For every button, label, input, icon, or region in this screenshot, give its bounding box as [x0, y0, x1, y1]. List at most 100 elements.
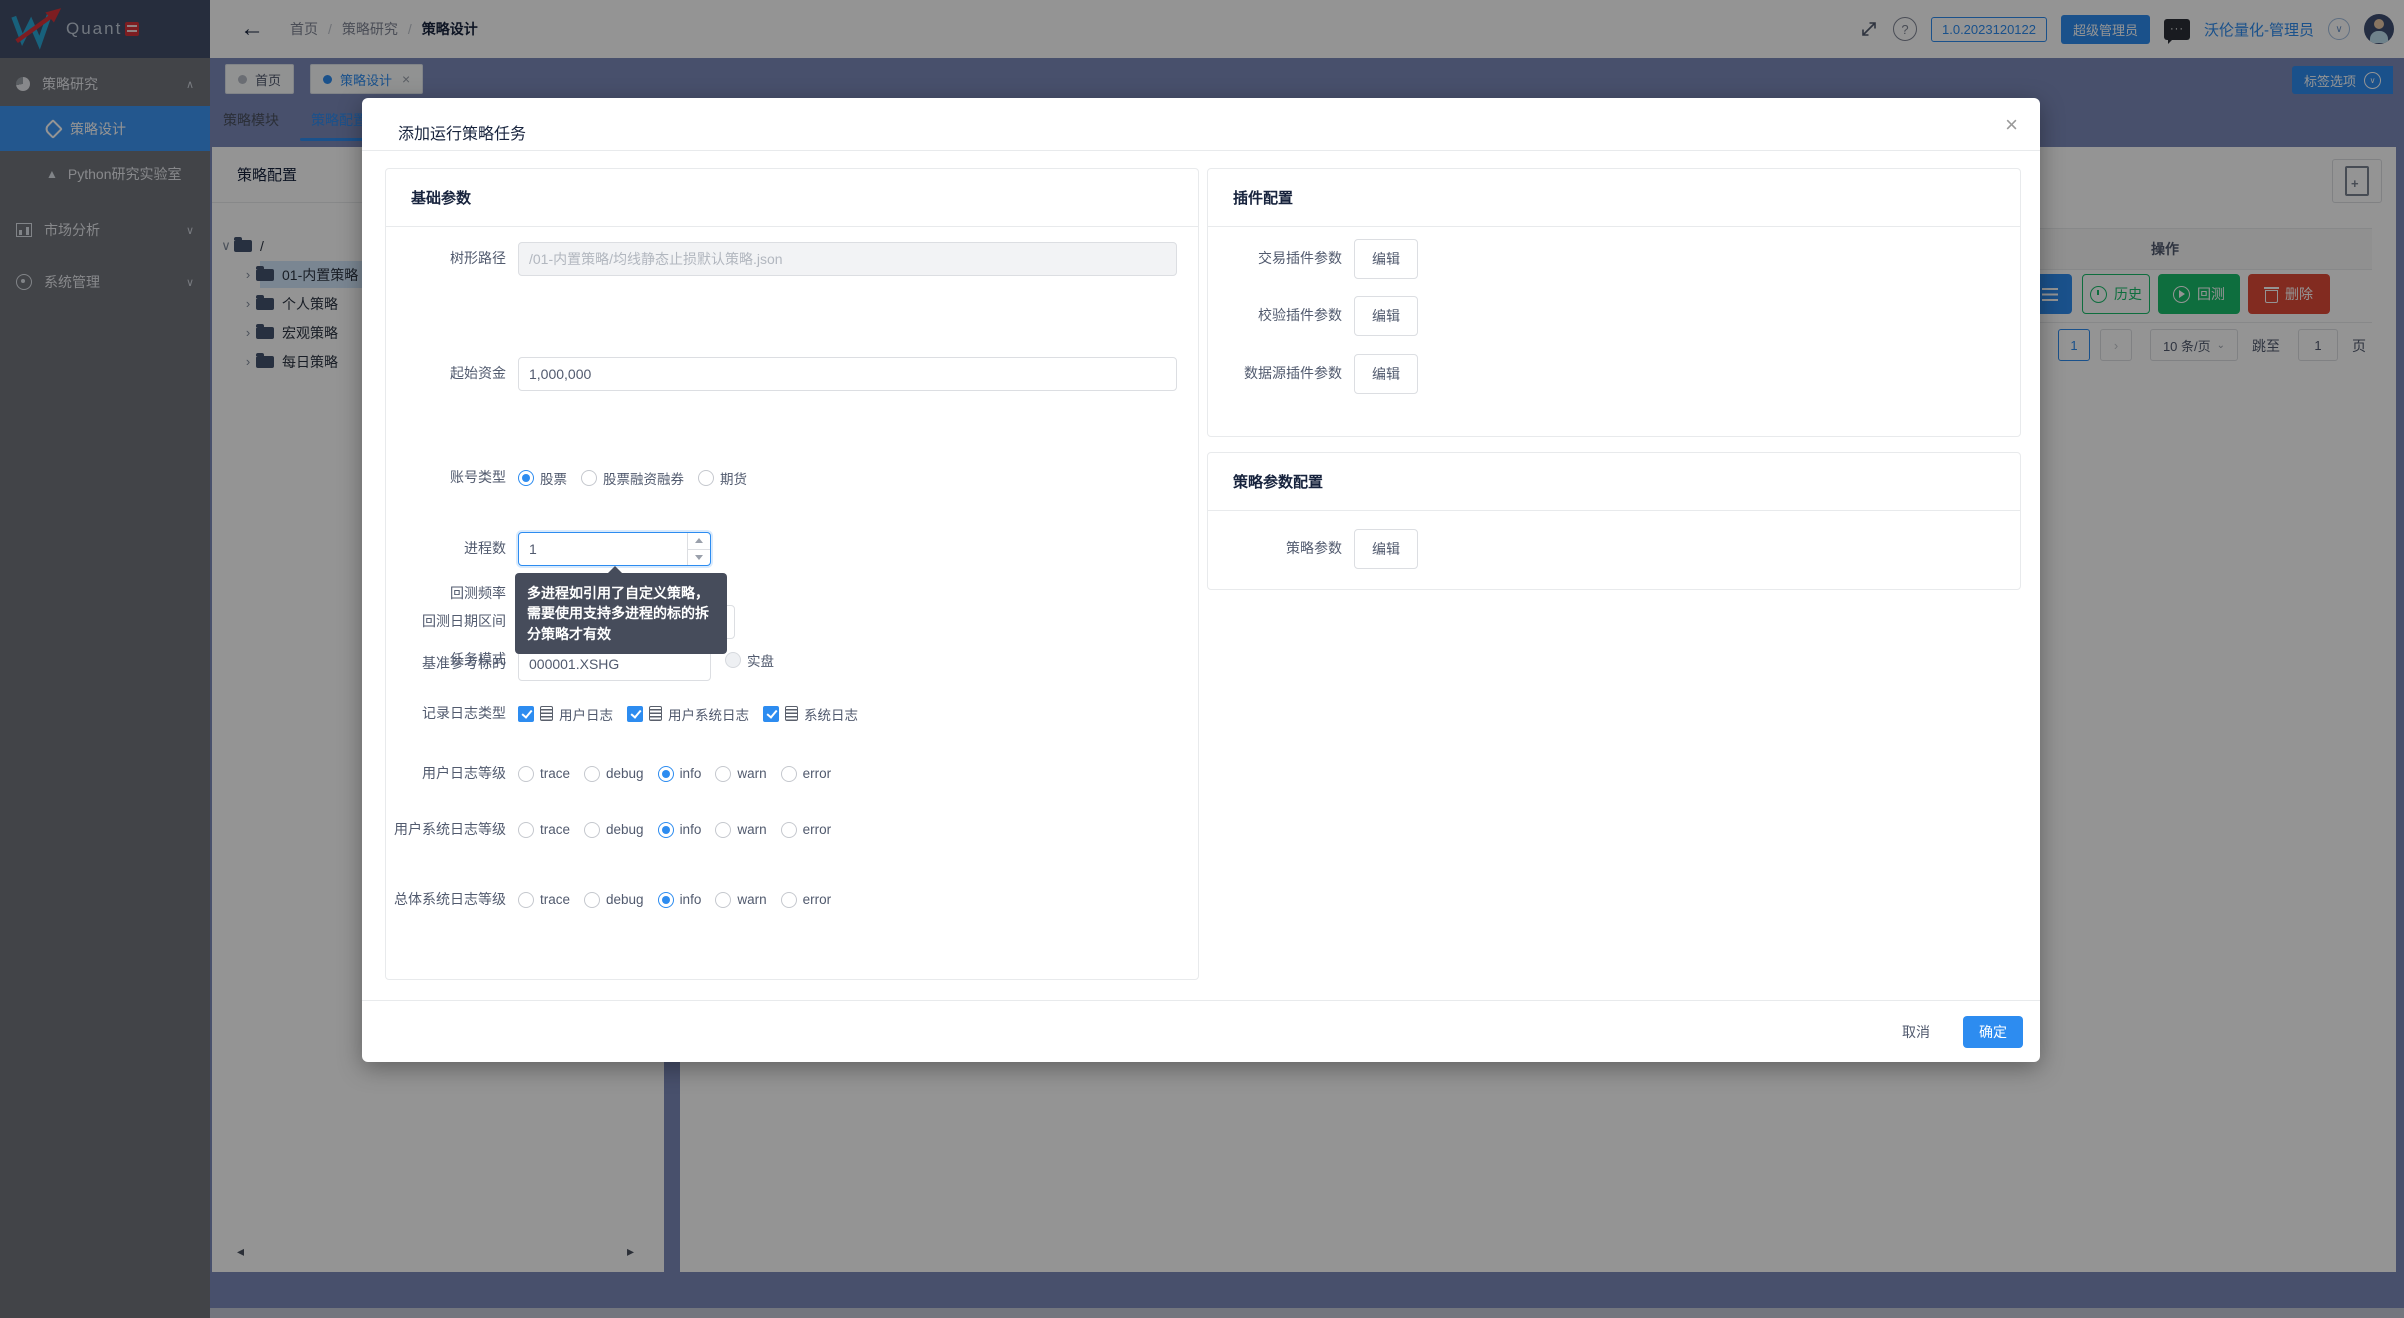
tree-path-row: 树形路径: [386, 242, 1198, 276]
basic-params-card: 基础参数 树形路径 账号类型 股票股票融资融券期货 起始资金 回测频率 每天每分…: [385, 168, 1199, 980]
radio-mark-icon: [658, 822, 674, 838]
option-label: error: [803, 822, 832, 837]
spinner-up-icon[interactable]: [688, 533, 710, 550]
radio-mark-icon: [781, 892, 797, 908]
radio-user-sys-log-level[interactable]: warn: [715, 822, 766, 838]
datasource-plugin-edit-button[interactable]: 编辑: [1354, 354, 1418, 394]
plugin-config-title: 插件配置: [1208, 169, 2020, 227]
strategy-param-row: 策略参数 编辑: [1208, 529, 2020, 569]
datasource-plugin-row: 数据源插件参数 编辑: [1208, 354, 2020, 394]
radio-user-sys-log-level[interactable]: trace: [518, 822, 570, 838]
option-label: debug: [606, 766, 644, 781]
option-label: 期货: [720, 468, 747, 488]
option-label: 用户日志: [559, 704, 613, 724]
option-label: warn: [737, 766, 766, 781]
radio-account-type[interactable]: 股票: [518, 468, 567, 488]
strategy-params-card: 策略参数配置 策略参数 编辑: [1207, 452, 2021, 590]
radio-mark-icon: [715, 822, 731, 838]
option-label: warn: [737, 822, 766, 837]
checkbox-log-type[interactable]: 用户日志: [518, 704, 613, 724]
user-sys-log-level-row: 用户系统日志等级 trace debug info warn error: [386, 819, 1198, 841]
trade-plugin-row: 交易插件参数 编辑: [1208, 239, 2020, 279]
option-label: 股票: [540, 468, 567, 488]
radio-mark-icon: [781, 766, 797, 782]
process-count-input[interactable]: [518, 532, 711, 566]
radio-mark-icon: [518, 892, 534, 908]
benchmark-row: 基准参考标的: [386, 647, 1198, 681]
date-range-row: 回测日期区间: [386, 589, 1198, 623]
field-label: 记录日志类型: [386, 703, 506, 725]
check-mark-icon: [627, 706, 643, 722]
radio-user-log-level[interactable]: warn: [715, 766, 766, 782]
option-label: 系统日志: [804, 704, 858, 724]
radio-mark-icon: [781, 822, 797, 838]
option-label: warn: [737, 892, 766, 907]
radio-mark-icon: [715, 892, 731, 908]
option-label: trace: [540, 892, 570, 907]
field-label: 回测日期区间: [386, 611, 506, 633]
radio-mark-icon: [698, 470, 714, 486]
option-label: trace: [540, 822, 570, 837]
field-label: 数据源插件参数: [1208, 363, 1342, 385]
radio-user-sys-log-level[interactable]: debug: [584, 822, 644, 838]
option-label: error: [803, 892, 832, 907]
radio-mark-icon: [584, 766, 600, 782]
log-types-row: 记录日志类型 用户日志用户系统日志 系统日志: [386, 703, 1198, 725]
option-label: trace: [540, 766, 570, 781]
radio-user-log-level[interactable]: info: [658, 766, 702, 782]
modal-title: 添加运行策略任务: [398, 120, 526, 144]
strategy-param-edit-button[interactable]: 编辑: [1354, 529, 1418, 569]
ok-button[interactable]: 确定: [1963, 1016, 2023, 1048]
radio-mark-icon: [584, 822, 600, 838]
initial-capital-row: 起始资金: [386, 357, 1198, 391]
log-document-icon: [649, 706, 662, 721]
radio-mark-icon: [581, 470, 597, 486]
modal-close-icon[interactable]: ×: [2005, 112, 2018, 138]
field-label: 用户系统日志等级: [386, 819, 506, 841]
total-sys-log-level-row: 总体系统日志等级 trace debug info warn error: [386, 889, 1198, 911]
user-log-level-row: 用户日志等级 trace debug info warn error: [386, 763, 1198, 785]
field-label: 总体系统日志等级: [386, 889, 506, 911]
radio-total-sys-log-level[interactable]: trace: [518, 892, 570, 908]
radio-total-sys-log-level[interactable]: error: [781, 892, 832, 908]
radio-user-sys-log-level[interactable]: info: [658, 822, 702, 838]
radio-account-type[interactable]: 期货: [698, 468, 747, 488]
option-label: 股票融资融券: [603, 468, 684, 488]
radio-user-sys-log-level[interactable]: error: [781, 822, 832, 838]
radio-total-sys-log-level[interactable]: debug: [584, 892, 644, 908]
radio-user-log-level[interactable]: trace: [518, 766, 570, 782]
radio-user-log-level[interactable]: error: [781, 766, 832, 782]
option-label: debug: [606, 892, 644, 907]
radio-total-sys-log-level[interactable]: info: [658, 892, 702, 908]
number-spinner: [687, 533, 710, 565]
tree-path-input[interactable]: [518, 242, 1177, 276]
verify-plugin-row: 校验插件参数 编辑: [1208, 296, 2020, 336]
trade-plugin-edit-button[interactable]: 编辑: [1354, 239, 1418, 279]
initial-capital-input[interactable]: [518, 357, 1177, 391]
radio-user-log-level[interactable]: debug: [584, 766, 644, 782]
radio-mark-icon: [658, 892, 674, 908]
plugin-config-card: 插件配置 交易插件参数 编辑 校验插件参数 编辑 数据源插件参数 编辑: [1207, 168, 2021, 437]
radio-mark-icon: [715, 766, 731, 782]
checkbox-log-type[interactable]: 用户系统日志: [627, 704, 749, 724]
verify-plugin-edit-button[interactable]: 编辑: [1354, 296, 1418, 336]
field-label: 用户日志等级: [386, 763, 506, 785]
checkbox-log-type[interactable]: 系统日志: [763, 704, 858, 724]
account-type-row: 账号类型 股票股票融资融券期货: [386, 467, 1198, 489]
add-task-modal: 添加运行策略任务 × 基础参数 树形路径 账号类型 股票股票融资融券期货 起始资…: [362, 98, 2040, 1062]
field-label: 起始资金: [386, 363, 506, 385]
spinner-down-icon[interactable]: [688, 550, 710, 566]
field-label: 进程数: [386, 538, 506, 560]
radio-total-sys-log-level[interactable]: warn: [715, 892, 766, 908]
strategy-params-title: 策略参数配置: [1208, 453, 2020, 511]
radio-account-type[interactable]: 股票融资融券: [581, 468, 684, 488]
process-tooltip: 多进程如引用了自定义策略，需要使用支持多进程的标的拆分策略才有效: [515, 573, 727, 654]
field-label: 校验插件参数: [1208, 305, 1342, 327]
field-label: 基准参考标的: [386, 653, 506, 675]
field-label: 树形路径: [386, 248, 506, 270]
radio-mark-icon: [584, 892, 600, 908]
field-label: 交易插件参数: [1208, 248, 1342, 270]
option-label: debug: [606, 822, 644, 837]
field-label: 策略参数: [1208, 538, 1342, 560]
cancel-button[interactable]: 取消: [1886, 1016, 1946, 1048]
